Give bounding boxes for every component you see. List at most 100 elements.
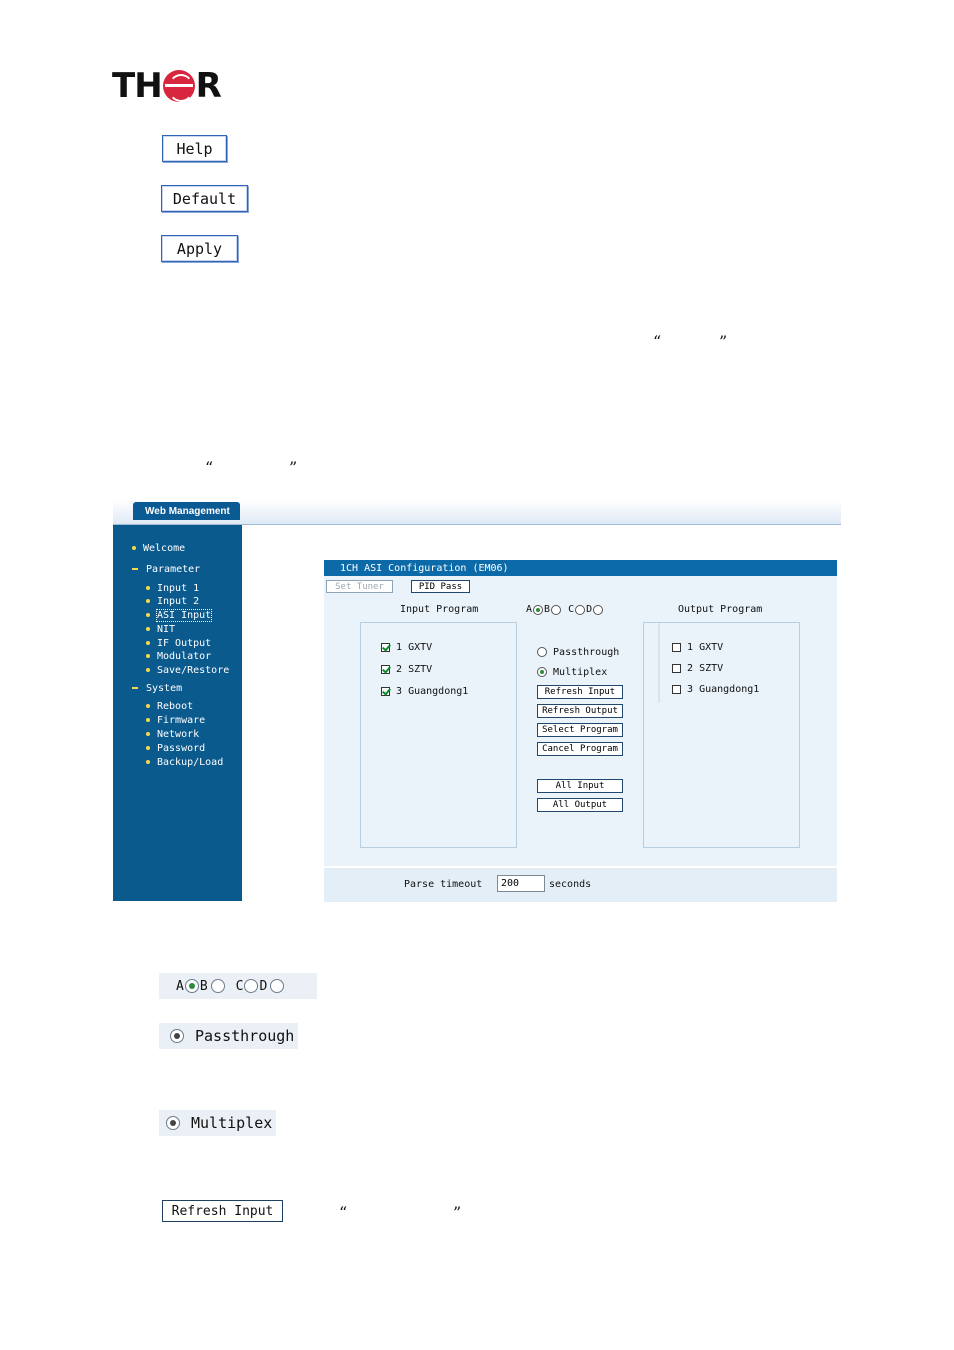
parse-timeout-input[interactable]: 200 (497, 875, 545, 892)
channel-b-radio[interactable] (551, 604, 562, 615)
channel-selector: A B C D (526, 604, 604, 615)
refresh-input-button-zoom[interactable]: Refresh Input (162, 1200, 283, 1222)
bullet-icon (146, 704, 150, 708)
passthrough-label: Passthrough (195, 1027, 295, 1045)
help-button[interactable]: Help (162, 135, 227, 162)
program-label: 3 Guangdong1 (396, 686, 469, 697)
channel-c-radio[interactable] (244, 979, 259, 993)
refresh-input-button[interactable]: Refresh Input (537, 685, 623, 699)
passthrough-option[interactable]: Passthrough (537, 647, 619, 658)
nav-reboot[interactable]: Reboot (146, 701, 193, 712)
input-program-list: 1 GXTV 2 SZTV 3 Guangdong1 (360, 622, 517, 848)
nav-input-2[interactable]: Input 2 (146, 596, 199, 607)
bullet-icon (146, 732, 150, 736)
radio-icon[interactable] (537, 647, 547, 657)
nav-welcome[interactable]: Welcome (132, 543, 185, 554)
nav-network[interactable]: Network (146, 729, 199, 740)
radio-icon[interactable] (170, 1029, 184, 1043)
bullet-icon (146, 627, 150, 631)
collapse-icon (132, 687, 138, 689)
bullet-icon (146, 586, 150, 590)
nav-firmware[interactable]: Firmware (146, 715, 205, 726)
checkbox-icon[interactable] (672, 663, 681, 673)
channel-a-radio[interactable] (184, 979, 199, 993)
bullet-icon (146, 668, 150, 672)
channel-b-radio[interactable] (210, 979, 225, 993)
close-quote: ” (453, 1203, 462, 1222)
input-program-item[interactable]: 1 GXTV (381, 642, 432, 653)
nav-if-output[interactable]: IF Output (146, 638, 211, 649)
nav-label: Firmware (157, 715, 206, 726)
channel-a-label: A (176, 978, 184, 994)
passthrough-zoom: Passthrough (159, 1023, 298, 1049)
nav-input-1[interactable]: Input 1 (146, 583, 199, 594)
all-output-button[interactable]: All Output (537, 798, 623, 812)
apply-button[interactable]: Apply (161, 235, 238, 262)
nav-label: ASI Input (155, 609, 213, 622)
checkbox-icon[interactable] (672, 684, 681, 694)
timeout-bar: Parse timeout 200 seconds (324, 866, 837, 902)
nav-asi-input[interactable]: ASI Input (146, 609, 213, 622)
cancel-program-button[interactable]: Cancel Program (537, 742, 623, 756)
select-program-button[interactable]: Select Program (537, 723, 623, 737)
globe-icon (162, 70, 195, 102)
nav-password[interactable]: Password (146, 743, 205, 754)
channel-a-radio[interactable] (533, 604, 544, 615)
parse-timeout-label: Parse timeout (404, 879, 483, 890)
channel-d-label: D (259, 978, 268, 994)
web-management-tab[interactable]: Web Management (133, 502, 240, 520)
radio-icon[interactable] (166, 1116, 180, 1130)
input-program-item[interactable]: 2 SZTV (381, 664, 432, 675)
logo-text-left: TH (112, 66, 163, 106)
pid-pass-button[interactable]: PID Pass (411, 580, 470, 593)
bullet-icon (146, 654, 150, 658)
nav-save-restore[interactable]: Save/Restore (146, 665, 229, 676)
bullet-icon (146, 641, 150, 645)
parse-timeout-unit: seconds (549, 879, 592, 890)
refresh-output-button[interactable]: Refresh Output (537, 704, 623, 718)
nav-backup-load[interactable]: Backup/Load (146, 757, 223, 768)
nav-system[interactable]: System (132, 683, 182, 694)
nav-label: Modulator (157, 651, 212, 662)
output-program-item[interactable]: 1 GXTV (672, 642, 723, 653)
radio-icon[interactable] (537, 667, 547, 677)
asi-config-panel: 1CH ASI Configuration (EM06) Set Tuner P… (324, 560, 837, 902)
all-input-button[interactable]: All Input (537, 779, 623, 793)
channel-a-label: A (526, 604, 533, 615)
default-button[interactable]: Default (161, 185, 248, 212)
bullet-icon (146, 760, 150, 764)
checkbox-icon[interactable] (381, 686, 390, 696)
nav-label: Backup/Load (157, 757, 224, 768)
bullet-icon (146, 746, 150, 750)
output-program-item[interactable]: 2 SZTV (672, 663, 723, 674)
checkbox-icon[interactable] (672, 642, 681, 652)
checkbox-icon[interactable] (381, 642, 390, 652)
channel-d-label: D (586, 604, 593, 615)
open-quote: “ (205, 458, 214, 477)
output-program-list: 1 GXTV 2 SZTV 3 Guangdong1 (643, 622, 800, 848)
input-program-item[interactable]: 3 Guangdong1 (381, 686, 468, 697)
multiplex-option[interactable]: Multiplex (537, 667, 607, 678)
nav-label: IF Output (157, 638, 212, 649)
open-quote: “ (653, 332, 662, 351)
channel-d-radio[interactable] (593, 604, 604, 615)
channel-b-label: B (199, 978, 208, 994)
channel-b-label: B (544, 604, 551, 615)
output-program-item[interactable]: 3 Guangdong1 (672, 684, 759, 695)
checkbox-icon[interactable] (381, 664, 390, 674)
nav-label: Network (157, 729, 200, 740)
bullet-icon (146, 613, 150, 617)
web-management-screenshot: Web Management Welcome Parameter Input 1… (113, 500, 841, 902)
logo-text-right: R (195, 66, 222, 106)
set-tuner-button[interactable]: Set Tuner (326, 580, 393, 593)
output-program-header: Output Program (678, 604, 763, 615)
nav-label: Input 1 (157, 583, 200, 594)
input-program-header: Input Program (400, 604, 479, 615)
channel-c-radio[interactable] (575, 604, 586, 615)
abcd-selector-zoom: A B C D (159, 973, 317, 999)
list-divider (658, 623, 660, 703)
nav-nit[interactable]: NIT (146, 624, 175, 635)
channel-d-radio[interactable] (270, 979, 285, 993)
nav-parameter[interactable]: Parameter (132, 564, 200, 575)
nav-modulator[interactable]: Modulator (146, 651, 211, 662)
